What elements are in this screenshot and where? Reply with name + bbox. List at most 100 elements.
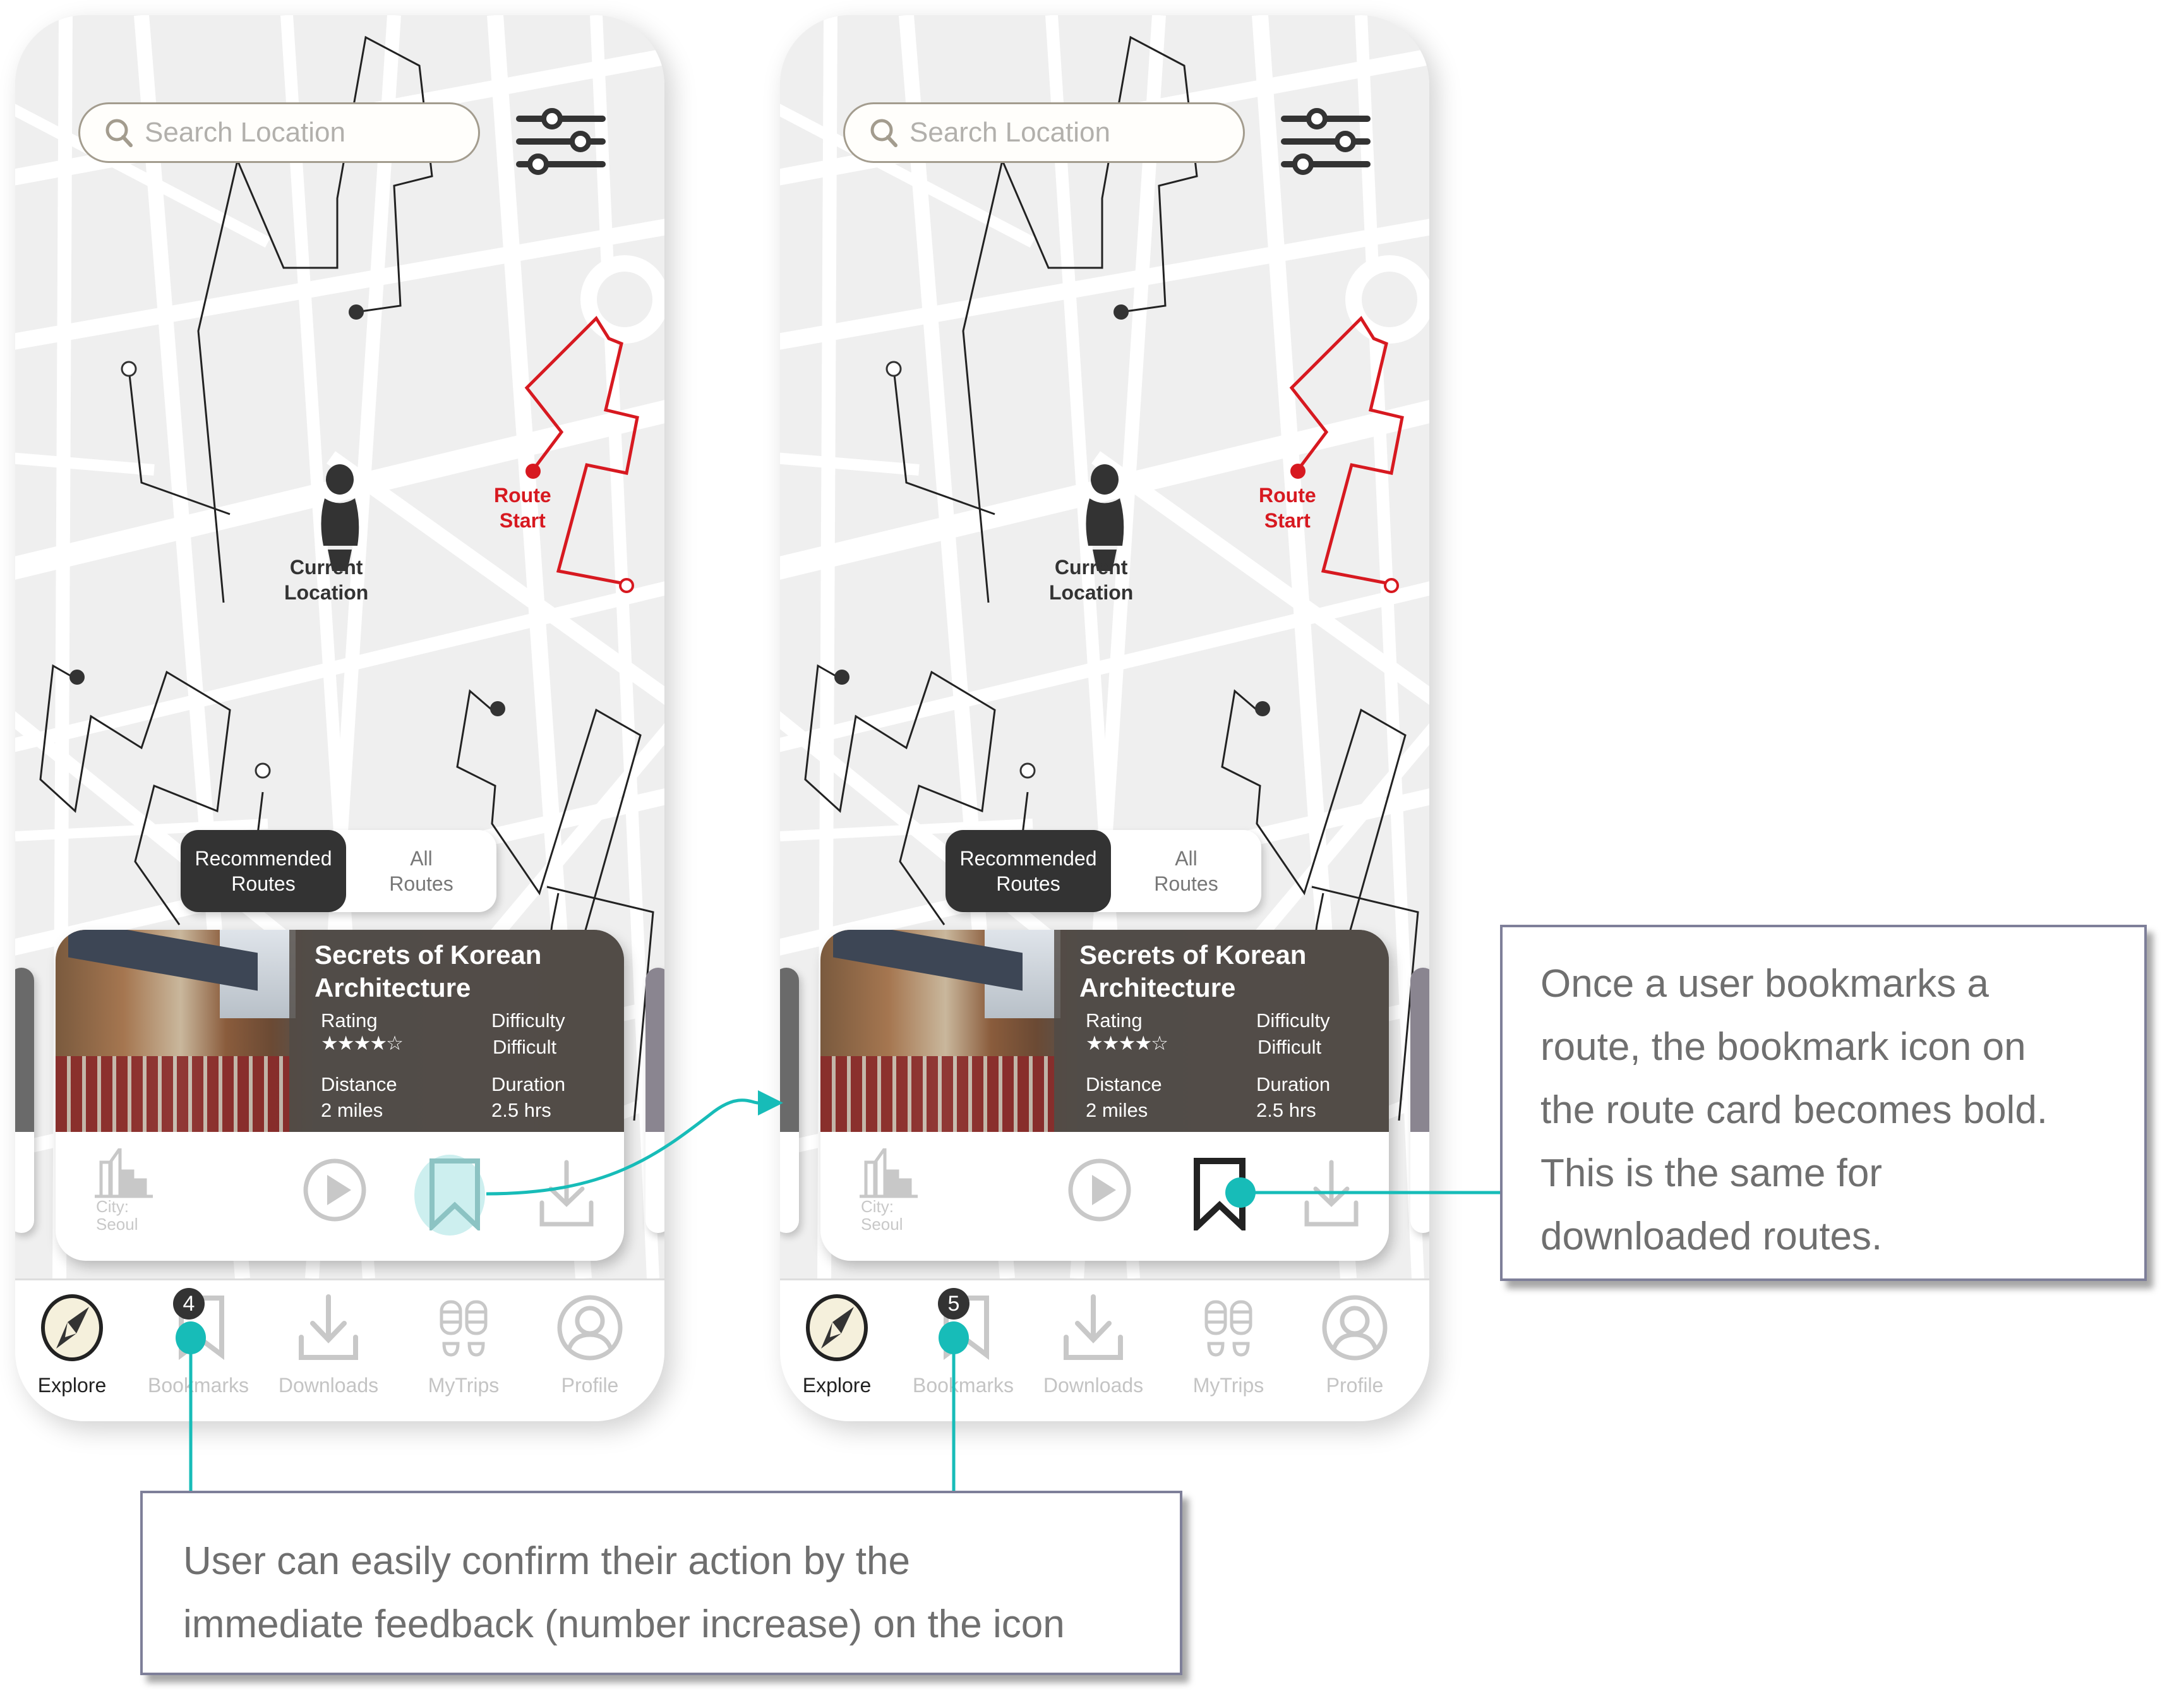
play-icon[interactable] [302,1157,368,1223]
city-label-line: City: [861,1197,894,1216]
city-label: City: Seoul [96,1198,138,1233]
difficulty-value: Difficult [1258,1036,1322,1058]
current-location-label-line: Location [1049,581,1134,604]
tab-label: All [410,847,433,870]
nav-label: MyTrips [1192,1374,1264,1397]
search-input[interactable]: Search Location [78,102,480,163]
nav-label: Explore [802,1374,872,1397]
difficulty-label: Difficulty [491,1009,565,1031]
route-title-line: Architecture [315,973,471,1002]
bookmark-icon[interactable] [1193,1157,1246,1230]
duration-value: 2.5 hrs [1256,1099,1316,1121]
route-end-dot [349,304,364,320]
search-placeholder: Search Location [145,117,345,148]
route-start-label-line: Route [1259,484,1316,507]
download-icon[interactable] [538,1158,595,1229]
distance-value: 2 miles [321,1099,383,1121]
nav-label: Downloads [1043,1374,1144,1397]
nav-item-bookmarks[interactable]: 5 Bookmarks [906,1288,1020,1397]
current-location-label: Current Location [284,555,368,605]
footprints-icon [440,1300,488,1357]
nav-item-bookmarks[interactable]: 4 Bookmarks [141,1288,255,1397]
nav-label: Downloads [278,1374,379,1397]
annotation-line: User can easily confirm their action by … [183,1539,910,1583]
search-icon [105,119,133,147]
nav-item-downloads[interactable]: Downloads [272,1293,385,1397]
route-title-line: Secrets of Korean [315,940,542,970]
distance-label: Distance [1086,1073,1162,1095]
tab-label: Routes [389,872,453,895]
route-filter-toggle: Recommended Routes All Routes [945,830,1261,912]
annotation-line: route, the bookmark icon on [1540,1025,2026,1069]
nav-item-downloads[interactable]: Downloads [1036,1293,1150,1397]
route-start-label: Route Start [1259,483,1316,533]
compass-icon [41,1294,103,1361]
nav-label: Bookmarks [147,1374,249,1397]
nav-item-mytrips[interactable]: MyTrips [407,1293,520,1397]
city-skyline-icon [860,1148,918,1198]
tab-all-routes[interactable]: All Routes [346,830,496,912]
search-input[interactable]: Search Location [843,102,1245,163]
rating-label: Rating [321,1009,378,1031]
route-start-dot [121,361,137,377]
tab-label: Routes [231,872,296,895]
bookmark-count-badge: 5 [938,1288,969,1320]
search-icon [870,119,897,147]
filter-sliders-icon[interactable] [514,104,609,179]
city-label-line: Seoul [861,1215,903,1234]
route-start-label-line: Start [499,509,546,532]
profile-icon [557,1295,623,1361]
bookmark-icon[interactable] [428,1157,481,1230]
tab-recommended-routes[interactable]: Recommended Routes [945,830,1111,912]
annotation-line: This is the same for [1540,1152,1882,1195]
downloads-icon [299,1294,358,1360]
route-start-label-line: Start [1264,509,1311,532]
tab-all-routes[interactable]: All Routes [1111,830,1261,912]
nav-item-profile[interactable]: Profile [533,1293,647,1397]
route-title-line: Secrets of Korean [1079,940,1307,970]
bottom-nav: Explore 4 Bookmarks Downloads MyTrips Pr… [15,1278,664,1421]
prev-route-card[interactable] [15,968,34,1233]
phone-screen-after: Current Location Route Start Search Loca… [780,15,1429,1421]
nav-item-explore[interactable]: Explore [780,1293,894,1397]
city-label-line: Seoul [96,1215,138,1234]
current-location-label: Current Location [1049,555,1133,605]
next-route-card[interactable] [1410,968,1429,1233]
current-location-label-line: Current [289,556,363,579]
prev-route-card[interactable] [780,968,799,1233]
duration-label: Duration [1256,1073,1331,1095]
play-icon[interactable] [1067,1157,1132,1223]
profile-icon [1322,1295,1388,1361]
city-label: City: Seoul [861,1198,903,1233]
download-icon[interactable] [1303,1158,1360,1229]
route-title: Secrets of Korean Architecture [1079,939,1306,1004]
tab-label: All [1175,847,1198,870]
route-start-dot [885,361,902,377]
current-location-label-line: Location [284,581,369,604]
compass-icon [806,1294,868,1361]
route-card[interactable]: Secrets of Korean Architecture Rating ★★… [56,930,624,1261]
route-start-marker [525,464,541,479]
annotation-line: Once a user bookmarks a [1540,962,1989,1006]
distance-value: 2 miles [1086,1099,1148,1121]
nav-item-explore[interactable]: Explore [15,1293,129,1397]
nav-item-mytrips[interactable]: MyTrips [1172,1293,1285,1397]
route-start-marker [1290,464,1306,479]
difficulty-value: Difficult [493,1036,557,1058]
nav-item-profile[interactable]: Profile [1298,1293,1412,1397]
nav-label: Explore [37,1374,107,1397]
nav-label: Profile [561,1374,619,1397]
next-route-card[interactable] [645,968,664,1233]
footprints-icon [1204,1300,1252,1357]
filter-sliders-icon[interactable] [1279,104,1374,179]
rating-label: Rating [1086,1009,1143,1031]
route-card-actions: City: Seoul [56,1132,624,1261]
nav-label: Bookmarks [912,1374,1014,1397]
distance-label: Distance [321,1073,397,1095]
difficulty-label: Difficulty [1256,1009,1330,1031]
route-start-label: Route Start [494,483,551,533]
search-placeholder: Search Location [909,117,1110,148]
tab-recommended-routes[interactable]: Recommended Routes [181,830,346,912]
route-start-label-line: Route [494,484,551,507]
route-card[interactable]: Secrets of Korean Architecture Rating ★★… [820,930,1389,1261]
